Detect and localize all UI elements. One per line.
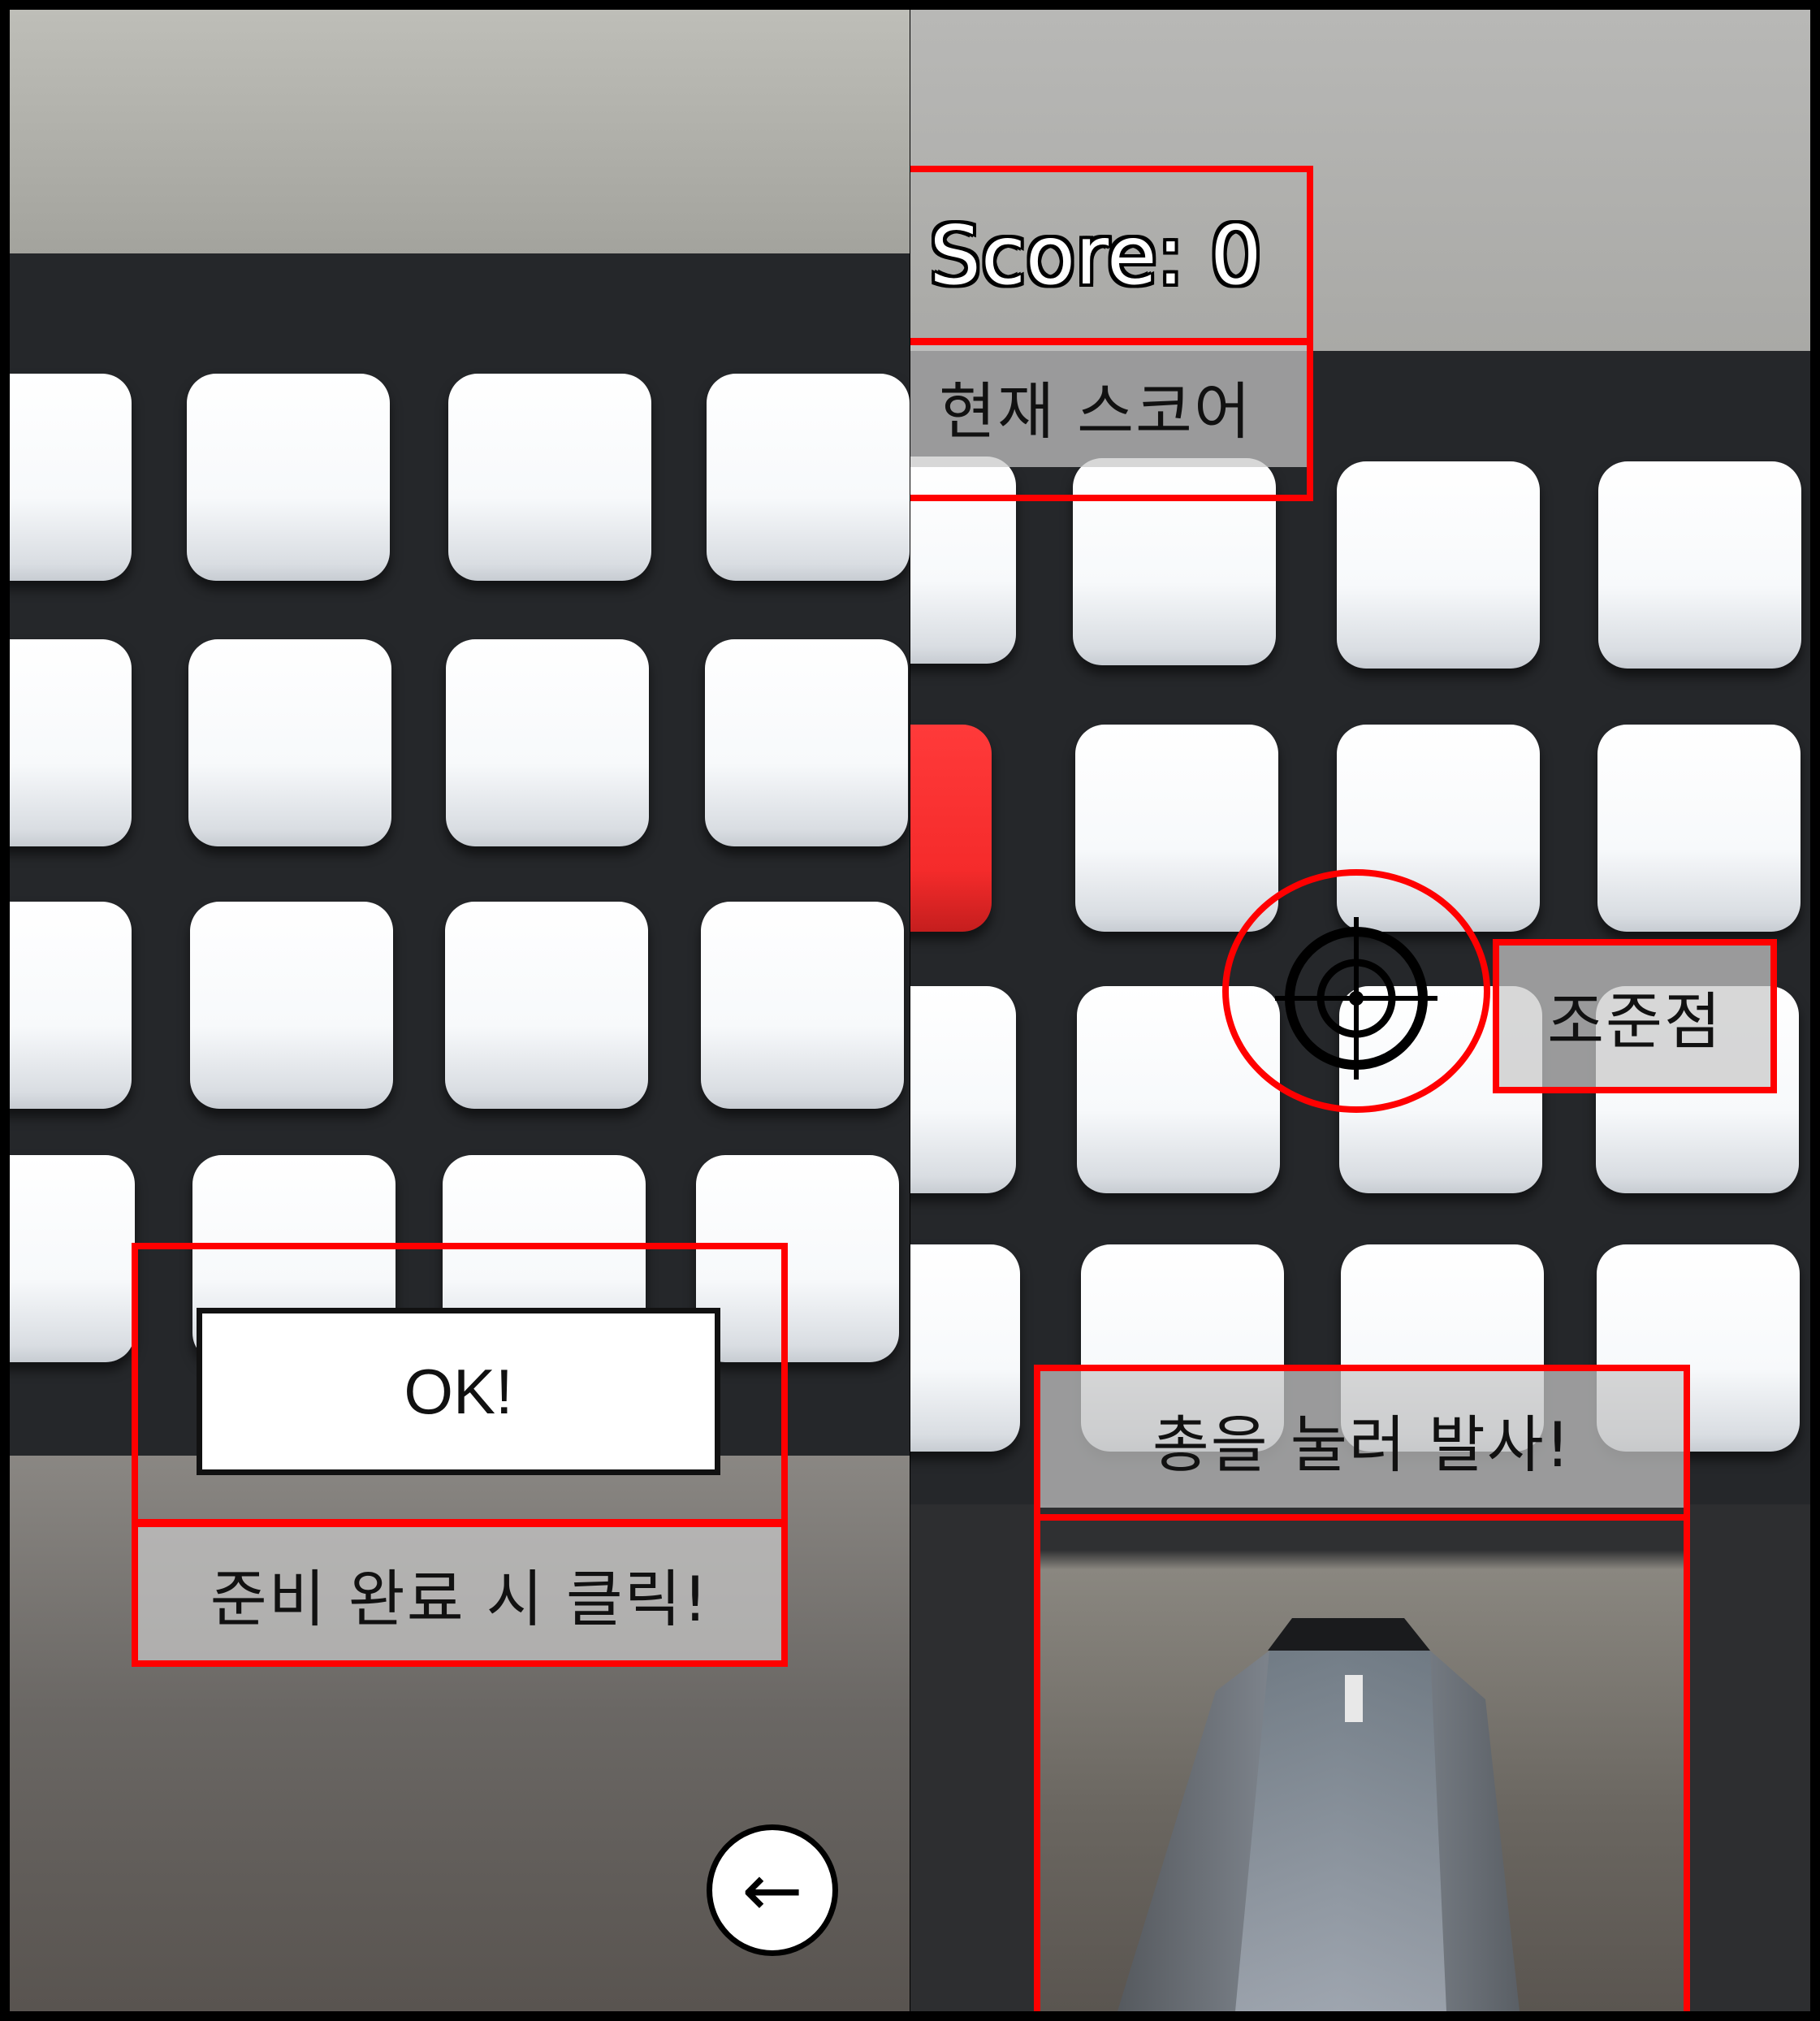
target-tile [445,902,648,1109]
target-tile [10,639,132,846]
target-tile [1337,461,1540,669]
ok-button[interactable]: OK! [197,1308,720,1475]
target-tile [187,374,390,581]
back-button[interactable]: ← [707,1824,838,1956]
fire-hint-label: 총을 눌러 발사! [1040,1371,1684,1508]
ready-hint-label: 준비 완료 시 클릭! [138,1527,781,1660]
target-tile [1075,725,1278,932]
ready-screen: OK! 준비 완료 시 클릭! ← [10,10,910,2011]
target-tile [1598,461,1801,669]
target-tile [1597,725,1801,932]
target-tile [707,374,910,581]
target-tile [910,1244,1020,1452]
crosshair-caption-label: 조준점 [1499,946,1770,1087]
game-screen: Score: 0 현재 스코어 조준점 총을 눌러 발사! [910,10,1810,2011]
target-tile [10,374,132,581]
pistol-icon[interactable] [1040,1521,1684,2011]
target-tile [10,902,132,1109]
score-caption-label: 현재 스코어 [910,345,1307,467]
target-tile [190,902,393,1109]
active-target-tile[interactable] [910,725,992,932]
target-tile [448,374,651,581]
target-tile [701,902,904,1109]
target-tile [10,1155,135,1362]
score-label: Score: 0 [929,208,1262,303]
target-tile [446,639,649,846]
gun-view[interactable] [1040,1521,1684,2011]
target-tile [188,639,391,846]
back-arrow-icon: ← [741,1847,803,1933]
target-tile [910,986,1016,1193]
crosshair-icon [1275,917,1437,1080]
wall-background [10,10,910,253]
target-tile [705,639,908,846]
